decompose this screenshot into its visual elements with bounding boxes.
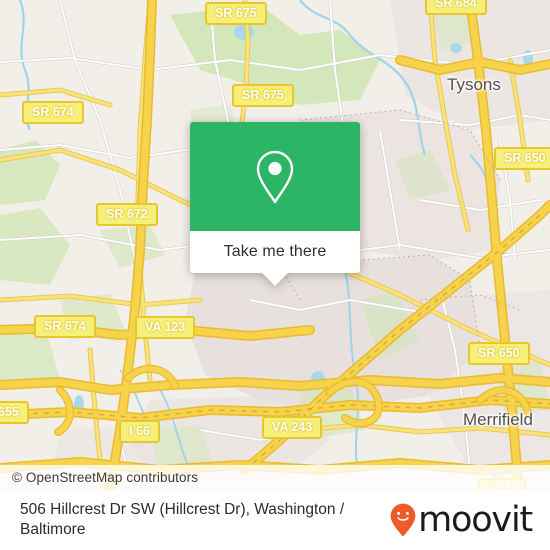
location-pin-icon bbox=[256, 150, 294, 203]
popup-image-placeholder bbox=[190, 122, 360, 231]
road-shield: SR 674 bbox=[22, 101, 84, 124]
road-shield: SR 674 bbox=[34, 315, 96, 338]
place-label-merrifield: Merrifield bbox=[463, 410, 533, 429]
road-shield: SR 675 bbox=[232, 84, 294, 107]
address-title: 506 Hillcrest Dr SW (Hillcrest Dr), Wash… bbox=[20, 501, 345, 538]
road-shield: SR 650 bbox=[468, 342, 530, 365]
road-shield: VA 243 bbox=[262, 416, 323, 439]
road-shield: SR 650 bbox=[494, 147, 550, 170]
road-shield: VA 123 bbox=[135, 316, 196, 339]
road-shield: SR 684 bbox=[425, 0, 487, 15]
moovit-logo[interactable]: moovit bbox=[390, 500, 550, 540]
road-shield: 655 bbox=[0, 401, 29, 424]
map-popup-card[interactable]: Take me there bbox=[190, 122, 360, 286]
road-shield: I 66 bbox=[119, 420, 160, 443]
road-shield: SR 675 bbox=[205, 2, 267, 25]
footer-bar: 506 Hillcrest Dr SW (Hillcrest Dr), Wash… bbox=[0, 490, 550, 550]
map-screenshot: SR 675 SR 684 SR 675 SR 674 SR 650 SR 67… bbox=[0, 0, 550, 550]
osm-attribution-text: © OpenStreetMap contributors bbox=[12, 470, 199, 485]
popup-tail bbox=[262, 273, 288, 286]
moovit-wordmark: moovit bbox=[418, 500, 533, 540]
road-shield: SR 672 bbox=[96, 203, 158, 226]
take-me-there-label: Take me there bbox=[223, 243, 327, 260]
map-canvas[interactable]: SR 675 SR 684 SR 675 SR 674 SR 650 SR 67… bbox=[0, 0, 550, 490]
moovit-smiley-pin-icon bbox=[390, 503, 416, 537]
osm-attribution[interactable]: © OpenStreetMap contributors bbox=[0, 465, 550, 490]
place-label-tysons: Tysons bbox=[447, 75, 501, 94]
popup-action-bar[interactable]: Take me there bbox=[190, 231, 360, 286]
